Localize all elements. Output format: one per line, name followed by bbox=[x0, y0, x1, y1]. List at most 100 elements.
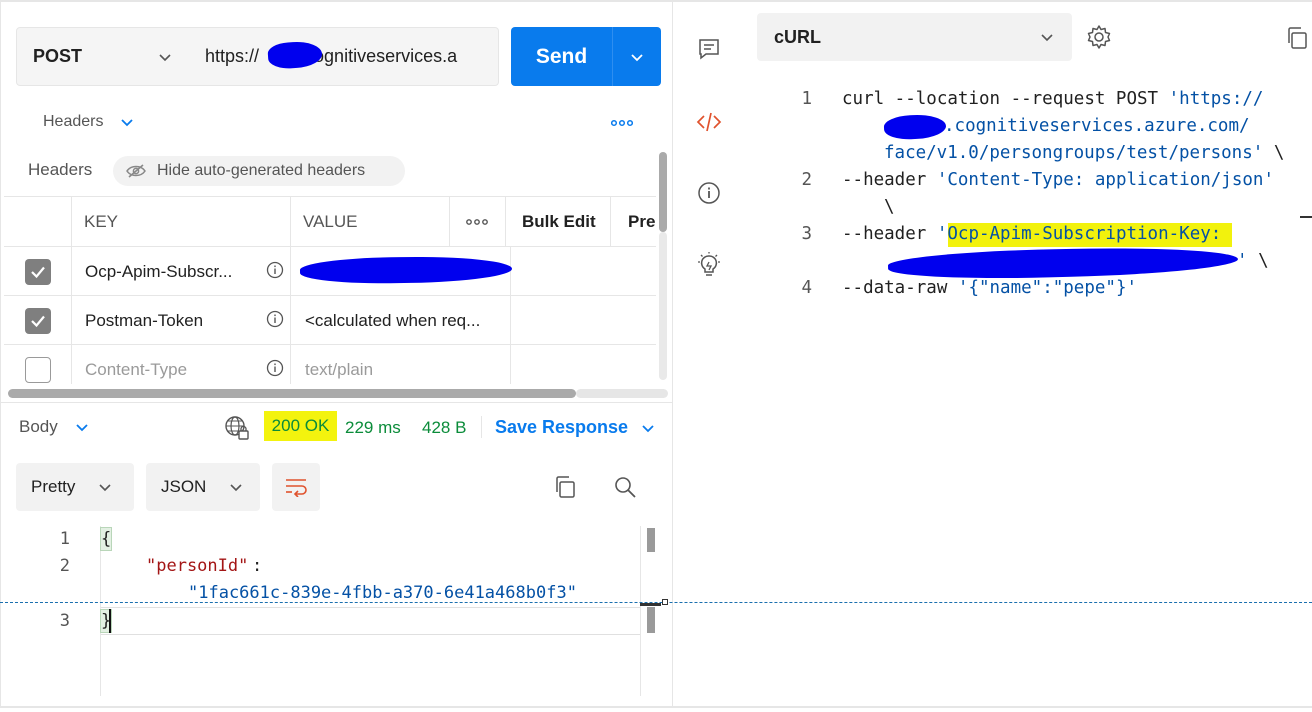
info-icon[interactable] bbox=[266, 310, 284, 328]
checkbox[interactable] bbox=[24, 307, 51, 334]
more-options-icon[interactable] bbox=[611, 114, 633, 132]
response-size[interactable]: 428 B bbox=[422, 418, 466, 438]
snippet-string: 'https:// bbox=[1168, 89, 1264, 109]
line-number: 3 bbox=[59, 611, 70, 631]
hide-auto-generated-headers-button[interactable]: Hide auto-generated headers bbox=[113, 156, 405, 186]
window-bottom-border bbox=[0, 706, 1312, 708]
headers-table: KEY VALUE Bulk Edit Pre Ocp-Apim-Subscr.… bbox=[4, 196, 656, 384]
json-open-brace[interactable]: { bbox=[99, 527, 113, 551]
empty-cell bbox=[511, 345, 656, 384]
send-button[interactable]: Send bbox=[511, 27, 612, 86]
line-number: 2 bbox=[59, 556, 70, 576]
key-column-header: KEY bbox=[72, 197, 291, 246]
headers-label: Headers bbox=[28, 160, 93, 179]
comments-icon[interactable] bbox=[697, 37, 721, 61]
header-key[interactable]: Content-Type bbox=[72, 345, 291, 384]
code-scroll-marker[interactable] bbox=[647, 528, 655, 552]
snippet-text: \ bbox=[1247, 251, 1269, 271]
json-key[interactable]: "personId" bbox=[146, 556, 248, 576]
language-select[interactable]: JSON bbox=[146, 463, 260, 511]
snippet-text: \ bbox=[1263, 143, 1285, 163]
column-options-icon[interactable] bbox=[450, 197, 506, 246]
method-select[interactable]: POST bbox=[16, 27, 190, 86]
eye-off-icon bbox=[126, 164, 146, 178]
url-input[interactable]: https:// cognitiveservices.a bbox=[189, 27, 499, 86]
text-cursor bbox=[109, 609, 111, 633]
code-scroll-marker[interactable] bbox=[647, 607, 655, 633]
info-icon[interactable] bbox=[697, 181, 721, 205]
chevron-down-icon bbox=[76, 424, 88, 432]
snippet-line-3-cont: ' \ bbox=[1237, 250, 1269, 272]
table-row: Content-Type text/plain bbox=[4, 344, 656, 384]
format-select[interactable]: Pretty bbox=[16, 463, 134, 511]
gear-icon[interactable] bbox=[1086, 24, 1112, 50]
snippet-line-number: 3 bbox=[801, 224, 812, 244]
save-response-button[interactable]: Save Response bbox=[495, 417, 656, 438]
snippet-line-3[interactable]: --header 'Ocp-Apim-Subscription-Key: bbox=[842, 223, 1221, 245]
copy-icon[interactable] bbox=[553, 475, 577, 499]
info-icon[interactable] bbox=[266, 261, 284, 279]
snippet-language-select[interactable]: cURL bbox=[757, 13, 1072, 61]
snippet-string: face/v1.0/persongroups/test/persons' bbox=[884, 143, 1264, 163]
bulk-edit-button[interactable]: Bulk Edit bbox=[506, 197, 611, 246]
scroll-marker bbox=[1300, 216, 1312, 218]
checkbox[interactable] bbox=[24, 356, 51, 383]
response-body-tab[interactable]: Body bbox=[19, 417, 90, 437]
snippet-string: .cognitiveservices.azure.com/ bbox=[944, 116, 1250, 136]
code-scroll-marker bbox=[640, 603, 661, 606]
wrap-lines-button[interactable] bbox=[272, 463, 320, 511]
presets-button[interactable]: Pre bbox=[611, 197, 656, 246]
wrap-lines-icon bbox=[286, 479, 307, 497]
section-divider bbox=[1, 402, 672, 403]
hide-auto-label: Hide auto-generated headers bbox=[157, 162, 366, 179]
value-column-header: VALUE bbox=[291, 197, 450, 246]
chevron-down-icon bbox=[631, 53, 643, 61]
snippet-line-4[interactable]: --data-raw '{"name":"pepe"}' bbox=[842, 277, 1137, 299]
line-number: 1 bbox=[59, 529, 70, 549]
header-key[interactable]: Ocp-Apim-Subscr... bbox=[72, 247, 291, 296]
table-row: Postman-Token <calculated when req... bbox=[4, 295, 656, 345]
header-value[interactable]: <calculated when req... bbox=[291, 296, 511, 345]
empty-cell bbox=[511, 247, 656, 296]
code-icon[interactable] bbox=[696, 110, 722, 134]
snippet-line-1[interactable]: curl --location --request POST 'https:// bbox=[842, 88, 1263, 110]
snippet-line-number: 2 bbox=[801, 170, 812, 190]
horizontal-scrollbar[interactable] bbox=[8, 389, 576, 398]
snippet-string: ' bbox=[936, 224, 948, 244]
json-colon: : bbox=[252, 556, 263, 576]
header-key[interactable]: Postman-Token bbox=[72, 296, 291, 345]
snippet-string: '{"name":"pepe"}' bbox=[957, 278, 1138, 298]
snippet-string: 'Content-Type: application/json' bbox=[936, 170, 1274, 190]
horizontal-scroll-track[interactable] bbox=[576, 389, 668, 398]
chevron-down-icon bbox=[99, 484, 111, 492]
send-options-button[interactable] bbox=[612, 27, 661, 86]
checkbox-column-header bbox=[4, 197, 72, 246]
status-badge[interactable]: 200 OK bbox=[264, 411, 337, 441]
current-line-highlight bbox=[101, 607, 640, 635]
check-icon bbox=[30, 266, 45, 278]
snippet-text: --data-raw bbox=[842, 278, 958, 298]
snippet-line-number: 4 bbox=[801, 278, 812, 298]
header-value[interactable]: text/plain bbox=[291, 345, 511, 384]
url-prefix: https:// bbox=[205, 46, 260, 66]
vertical-scrollbar[interactable] bbox=[659, 152, 667, 232]
snippet-line-2[interactable]: --header 'Content-Type: application/json… bbox=[842, 169, 1274, 191]
guide-handle[interactable] bbox=[662, 599, 668, 605]
code-scroll-gutter bbox=[640, 526, 641, 696]
chevron-down-icon bbox=[642, 424, 654, 432]
checkbox[interactable] bbox=[24, 258, 51, 285]
vertical-scroll-track[interactable] bbox=[659, 232, 667, 380]
snippet-line-1-cont[interactable]: face/v1.0/persongroups/test/persons' \ bbox=[884, 142, 1284, 164]
globe-lock-icon[interactable] bbox=[224, 415, 250, 441]
headers-tab[interactable]: Headers bbox=[43, 113, 135, 131]
row-checkbox-cell bbox=[4, 247, 72, 296]
row-checkbox-cell bbox=[4, 296, 72, 345]
response-time[interactable]: 229 ms bbox=[345, 418, 401, 438]
search-icon[interactable] bbox=[613, 475, 637, 499]
lightbulb-icon[interactable] bbox=[697, 252, 721, 278]
info-icon[interactable] bbox=[266, 359, 284, 377]
json-value[interactable]: "1fac661c-839e-4fbb-a370-6e41a468b0f3" bbox=[188, 583, 577, 603]
snippet-redaction bbox=[887, 244, 1239, 282]
check-icon bbox=[30, 315, 45, 327]
copy-icon[interactable] bbox=[1285, 26, 1309, 50]
